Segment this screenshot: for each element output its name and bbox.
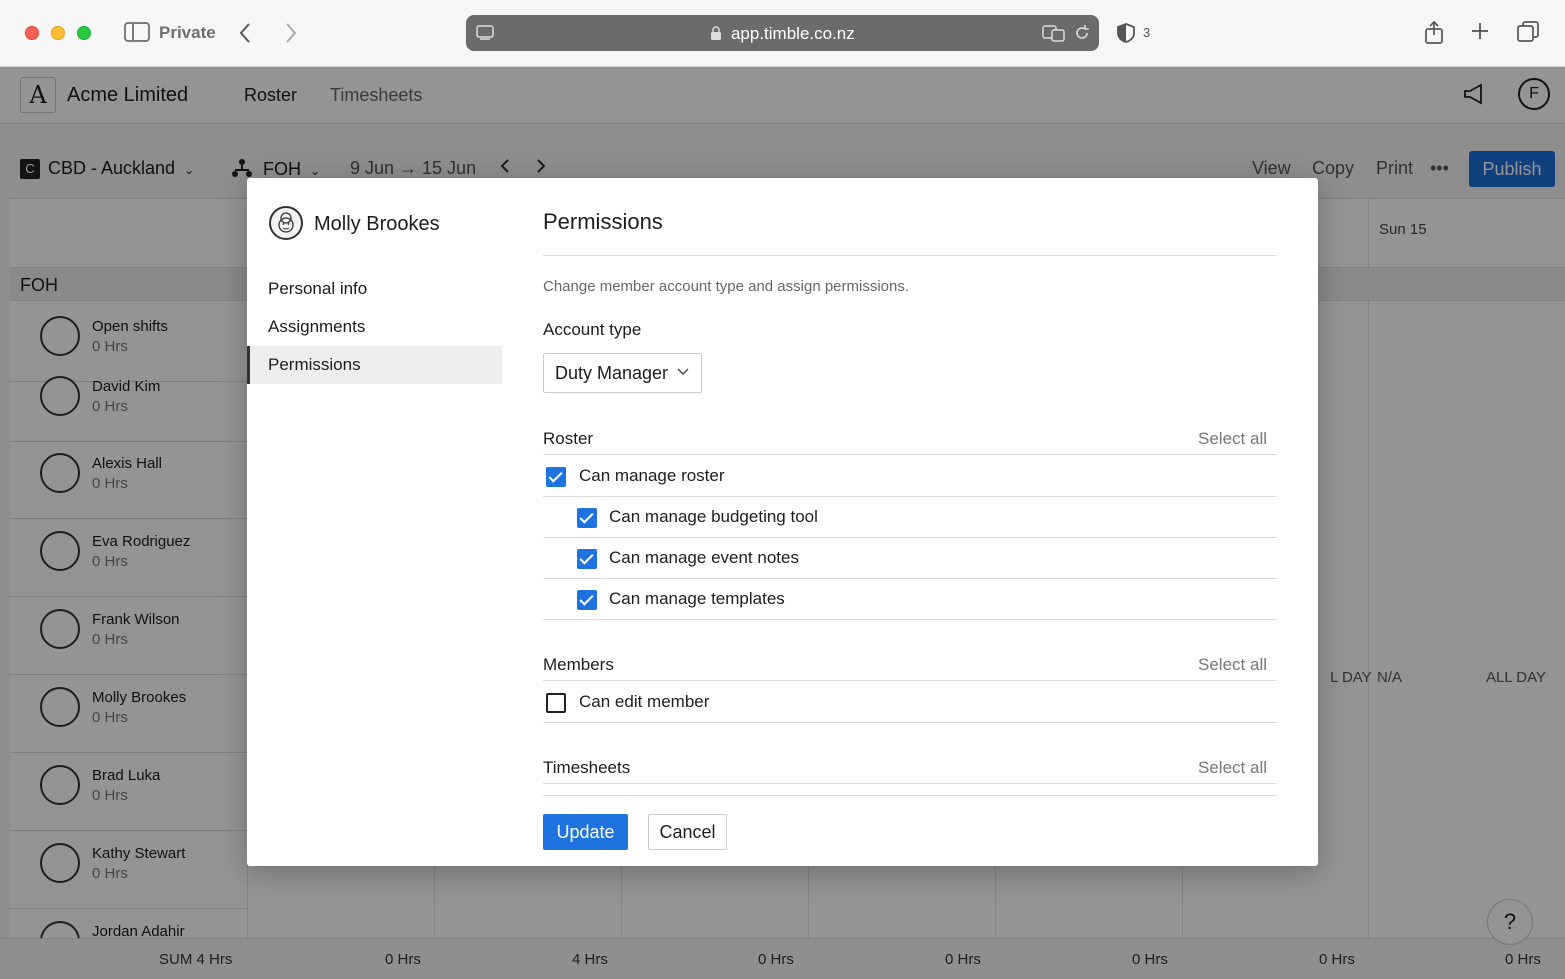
- url-text: app.timble.co.nz: [730, 24, 855, 43]
- section-title: Timesheets: [543, 758, 631, 777]
- sidebar-toggle-icon[interactable]: [124, 22, 150, 46]
- zoom-window-button[interactable]: [77, 26, 91, 40]
- permissions-modal: Molly Brookes Personal info Assignments …: [247, 178, 1318, 866]
- privacy-shield-icon[interactable]: [1116, 22, 1136, 48]
- permission-templates[interactable]: Can manage templates: [543, 579, 1277, 620]
- tab-overview-icon[interactable]: [1517, 21, 1539, 47]
- section-title: Members: [543, 655, 614, 674]
- checkbox-checked[interactable]: [577, 508, 597, 528]
- menu-assignments[interactable]: Assignments: [247, 308, 502, 346]
- update-button[interactable]: Update: [543, 814, 628, 850]
- timesheets-section-header: Timesheets Select all: [543, 754, 1277, 784]
- modal-description: Change member account type and assign pe…: [543, 278, 910, 295]
- reload-icon[interactable]: [1073, 24, 1091, 47]
- permission-event-notes[interactable]: Can manage event notes: [543, 538, 1277, 579]
- permission-label: Can manage event notes: [609, 548, 799, 567]
- divider: [543, 795, 1277, 796]
- share-icon[interactable]: [1424, 20, 1444, 48]
- new-tab-icon[interactable]: [1470, 21, 1490, 45]
- permission-edit-member[interactable]: Can edit member: [543, 682, 1277, 723]
- menu-personal-info[interactable]: Personal info: [247, 270, 502, 308]
- permission-label: Can manage budgeting tool: [609, 507, 818, 526]
- divider: [543, 255, 1277, 256]
- permission-budgeting-tool[interactable]: Can manage budgeting tool: [543, 497, 1277, 538]
- section-title: Roster: [543, 429, 594, 448]
- members-section-header: Members Select all: [543, 651, 1277, 681]
- roster-section-header: Roster Select all: [543, 425, 1277, 455]
- tracker-count: 3: [1143, 25, 1151, 40]
- permission-label: Can edit member: [579, 692, 710, 711]
- checkbox-checked[interactable]: [577, 549, 597, 569]
- account-type-value: Duty Manager: [555, 363, 669, 383]
- back-icon[interactable]: [238, 22, 252, 48]
- account-type-label: Account type: [543, 320, 642, 339]
- menu-permissions[interactable]: Permissions: [247, 346, 502, 384]
- forward-icon[interactable]: [284, 22, 298, 48]
- select-all-members[interactable]: Select all: [1198, 655, 1267, 675]
- lock-icon: [710, 24, 731, 43]
- select-all-roster[interactable]: Select all: [1198, 429, 1267, 449]
- account-type-select[interactable]: Duty Manager: [543, 353, 702, 393]
- chevron-down-icon: [677, 363, 689, 379]
- private-label: Private: [159, 23, 216, 42]
- checkbox-unchecked[interactable]: [546, 693, 566, 713]
- select-all-timesheets[interactable]: Select all: [1198, 758, 1267, 778]
- address-bar[interactable]: app.timble.co.nz: [466, 15, 1099, 51]
- member-avatar: [269, 206, 303, 240]
- browser-toolbar: Private app.timble.co.nz 3: [0, 0, 1565, 67]
- member-name: Molly Brookes: [314, 213, 440, 235]
- cancel-button[interactable]: Cancel: [648, 814, 727, 850]
- permission-label: Can manage templates: [609, 589, 785, 608]
- close-window-button[interactable]: [25, 26, 39, 40]
- checkbox-checked[interactable]: [546, 467, 566, 487]
- checkbox-checked[interactable]: [577, 590, 597, 610]
- permission-label: Can manage roster: [579, 466, 725, 485]
- translate-icon[interactable]: [1042, 24, 1066, 47]
- modal-title: Permissions: [543, 209, 663, 234]
- permission-manage-roster[interactable]: Can manage roster: [543, 456, 1277, 497]
- minimize-window-button[interactable]: [51, 26, 65, 40]
